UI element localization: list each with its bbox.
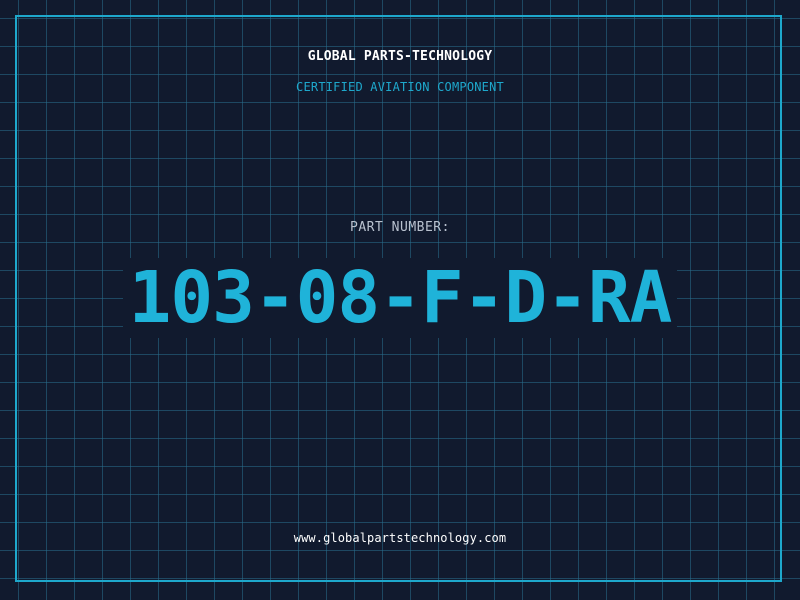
- part-number-value: 103-08-F-D-RA: [122, 258, 678, 338]
- part-number-label: PART NUMBER:: [350, 220, 450, 235]
- certification-subtitle: CERTIFIED AVIATION COMPONENT: [296, 80, 504, 94]
- company-name: GLOBAL PARTS-TECHNOLOGY: [307, 49, 493, 64]
- part-number-container: 103-08-F-D-RA: [0, 258, 800, 338]
- website-url: www.globalpartstechnology.com: [293, 531, 507, 545]
- part-label-card: GLOBAL PARTS-TECHNOLOGY CERTIFIED AVIATI…: [0, 0, 800, 600]
